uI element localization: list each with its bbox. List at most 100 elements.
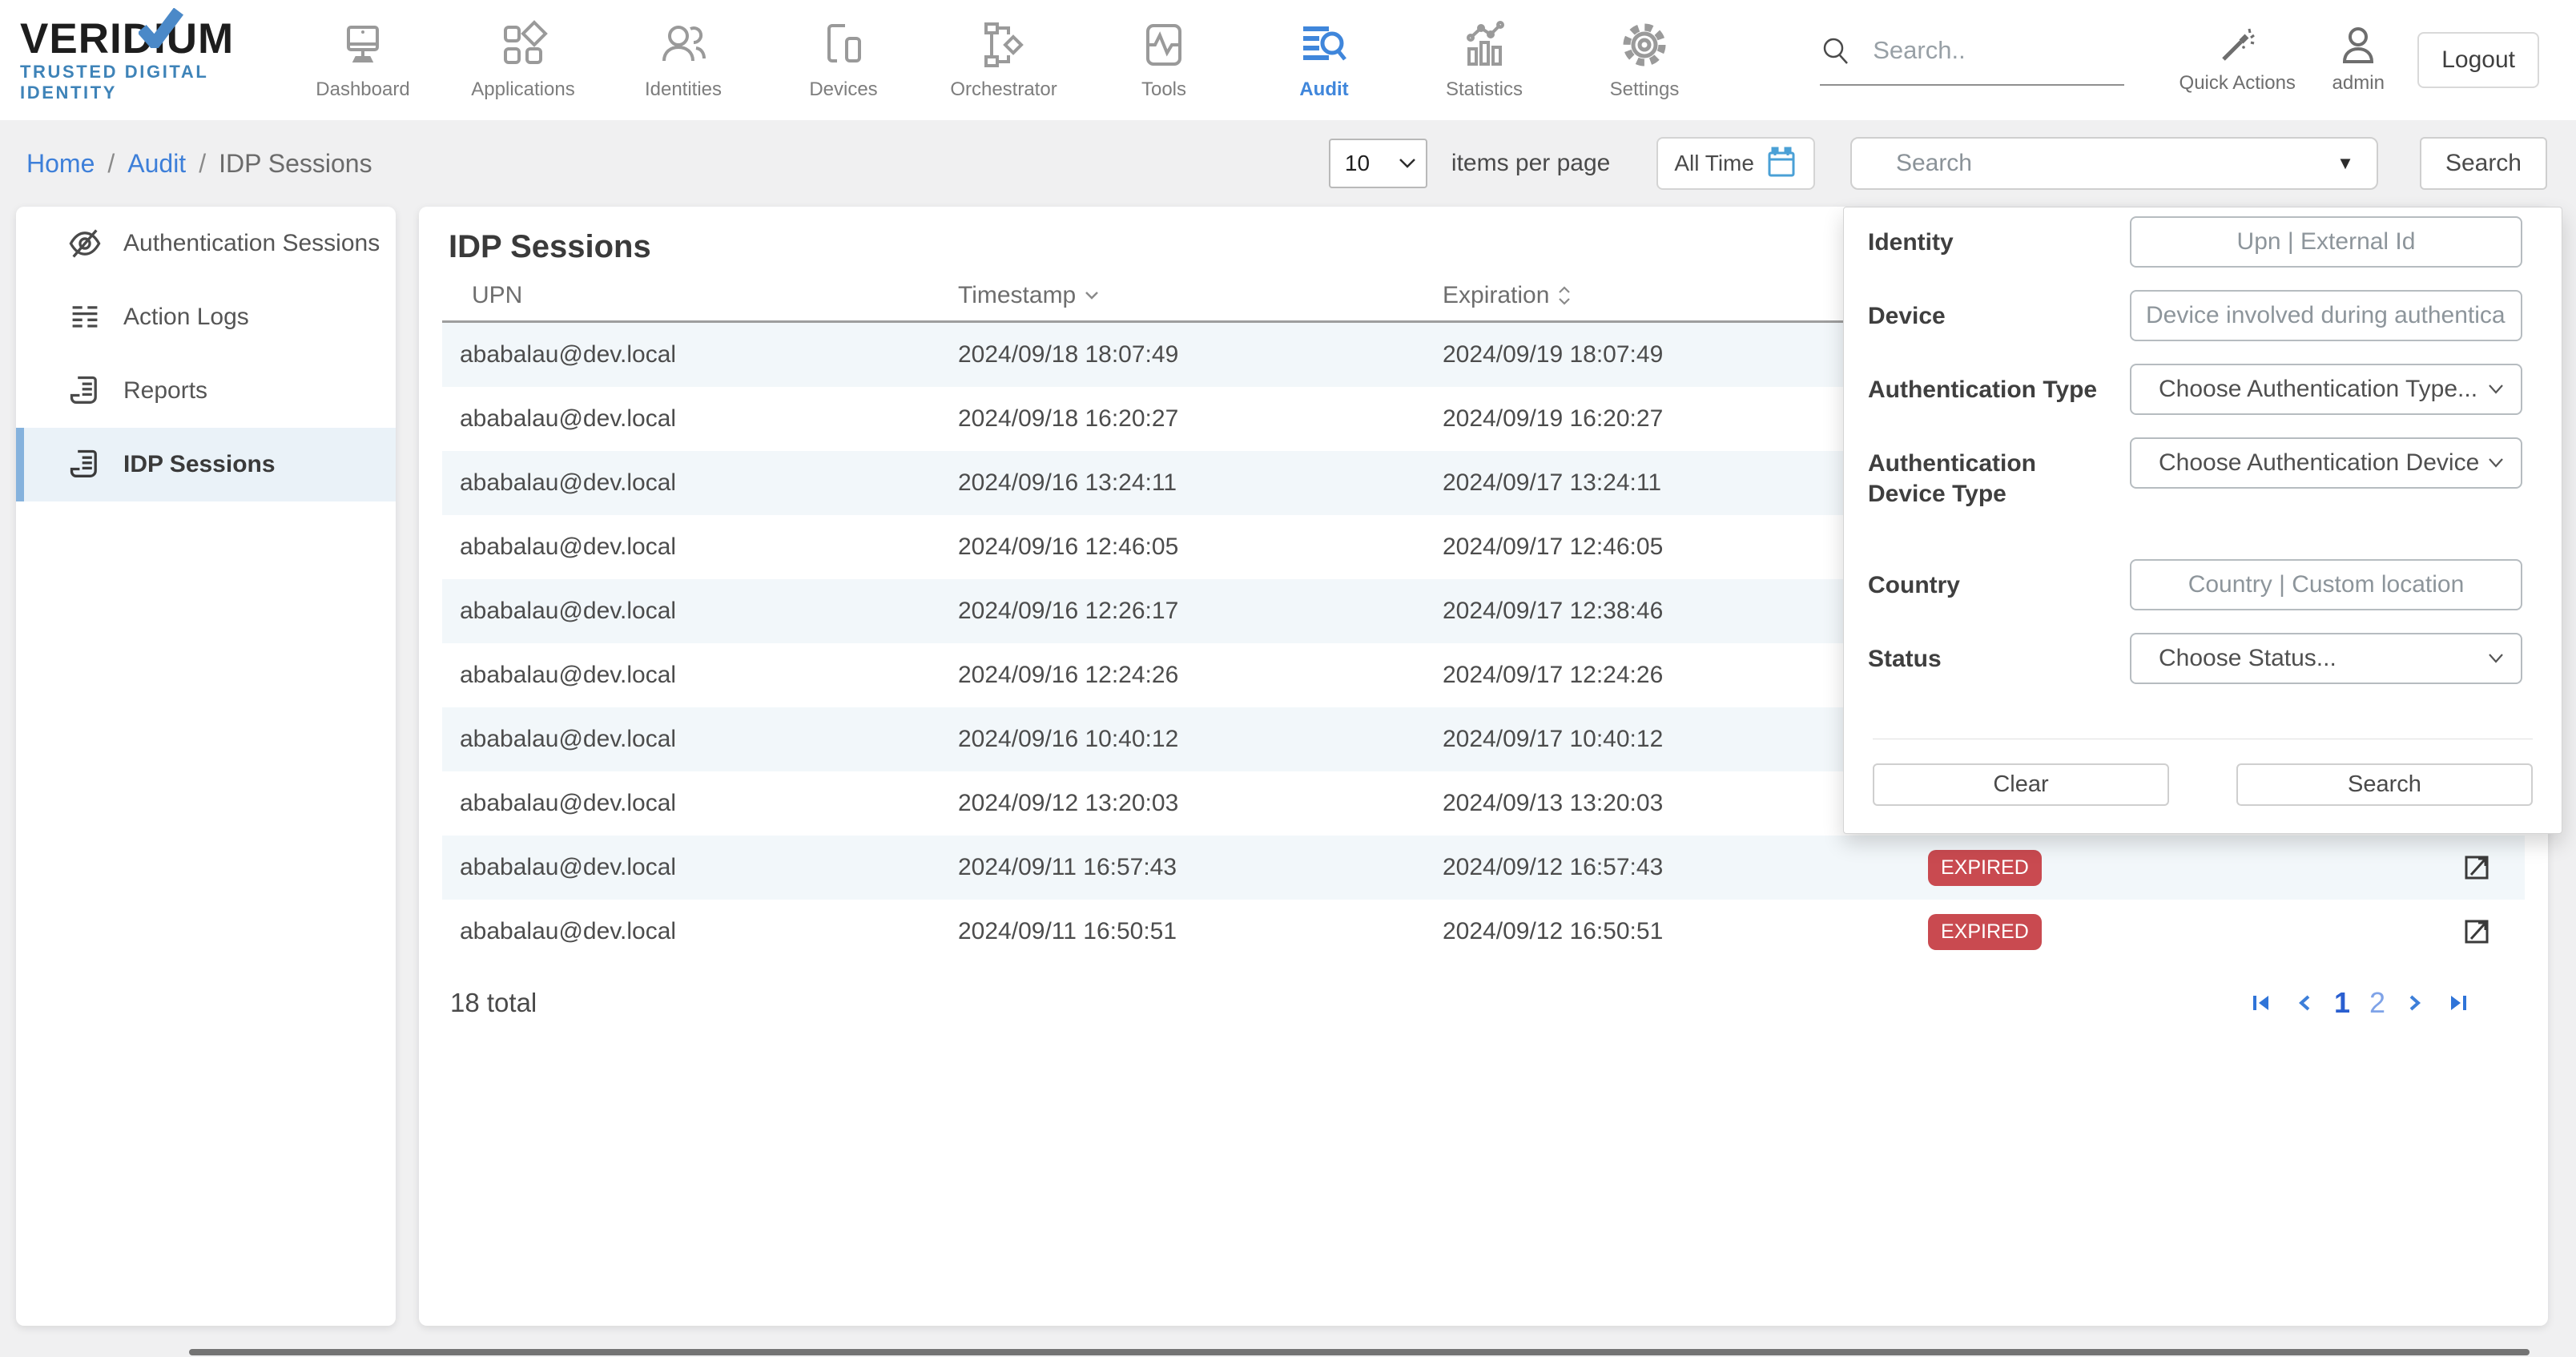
popover-search-button[interactable]: Search [2236, 763, 2533, 806]
sidebar-item-reports[interactable]: Reports [16, 354, 396, 428]
list-search-icon [1298, 19, 1350, 70]
items-per-page-label: items per page [1451, 150, 1610, 177]
calendar-icon [1765, 147, 1797, 180]
pagination: 1 2 [2249, 986, 2470, 1020]
table-controls: 10 items per page All Time Search ▼ Sear… [1329, 137, 2547, 190]
idp-sessions-icon [67, 447, 103, 482]
next-page-icon[interactable] [2405, 991, 2425, 1015]
filter-row-auth-type: Authentication Type Choose Authenticatio… [1844, 364, 2562, 415]
upn-cell: ababalau@dev.local [442, 534, 958, 561]
users-icon [658, 19, 709, 70]
identity-input[interactable] [2130, 216, 2522, 268]
auth-device-type-select[interactable]: Choose Authentication Device [2130, 437, 2522, 489]
timestamp-cell: 2024/09/16 13:24:11 [958, 469, 1443, 497]
devices-icon [818, 19, 869, 70]
user-menu[interactable]: admin [2310, 26, 2406, 95]
status-label: Status [1868, 633, 2106, 684]
topbar: VERIDIUM TRUSTED DIGITAL IDENTITY Dashbo… [0, 0, 2576, 120]
page-number-2[interactable]: 2 [2369, 986, 2385, 1020]
timestamp-cell: 2024/09/16 12:24:26 [958, 662, 1443, 689]
external-link-icon[interactable] [2461, 852, 2525, 884]
sidebar-item-action-logs[interactable]: Action Logs [16, 280, 396, 354]
country-label: Country [1868, 559, 2106, 610]
items-per-page-select[interactable]: 10 [1329, 139, 1427, 188]
first-page-icon[interactable] [2249, 991, 2275, 1015]
main-nav: Dashboard Applications Identities Device… [283, 0, 1725, 120]
global-search-input[interactable] [1873, 36, 2097, 65]
upn-cell: ababalau@dev.local [442, 790, 958, 817]
sort-both-icon [1557, 285, 1572, 306]
upn-cell: ababalau@dev.local [442, 726, 958, 753]
breadcrumb-current: IDP Sessions [219, 149, 372, 179]
identity-label: Identity [1868, 216, 2106, 268]
auth-type-label: Authentication Type [1868, 364, 2106, 415]
logo-check-icon [139, 8, 183, 48]
timestamp-cell: 2024/09/11 16:50:51 [958, 918, 1443, 945]
external-link-icon[interactable] [2461, 916, 2525, 948]
upn-cell: ababalau@dev.local [442, 918, 958, 945]
upn-cell: ababalau@dev.local [442, 598, 958, 625]
action-logs-icon [67, 300, 103, 335]
breadcrumb-separator: / [199, 149, 206, 179]
nav-item-settings[interactable]: Settings [1564, 0, 1725, 120]
nav-item-applications[interactable]: Applications [443, 0, 603, 120]
global-search[interactable] [1820, 34, 2124, 86]
sidebar-item-authentication-sessions[interactable]: Authentication Sessions [16, 207, 396, 280]
chevron-down-icon [2487, 383, 2505, 396]
table-row[interactable]: ababalau@dev.local 2024/09/11 16:57:43 2… [442, 836, 2525, 900]
app-grid-icon [497, 19, 549, 70]
nav-item-identities[interactable]: Identities [603, 0, 763, 120]
breadcrumb-audit-link[interactable]: Audit [127, 149, 186, 179]
nav-item-devices[interactable]: Devices [763, 0, 924, 120]
page-number-current[interactable]: 1 [2334, 986, 2350, 1020]
time-filter-button[interactable]: All Time [1656, 137, 1815, 190]
country-input[interactable] [2130, 559, 2522, 610]
nav-item-audit[interactable]: Audit [1244, 0, 1404, 120]
nav-item-statistics[interactable]: Statistics [1404, 0, 1564, 120]
nav-item-tools[interactable]: Tools [1084, 0, 1244, 120]
filter-row-auth-device-type: Authentication Device Type Choose Authen… [1844, 437, 2562, 509]
magic-wand-icon [2217, 26, 2257, 66]
nav-item-orchestrator[interactable]: Orchestrator [924, 0, 1084, 120]
topbar-right: Quick Actions admin Logout [1820, 26, 2539, 95]
user-icon [2338, 26, 2378, 66]
status-badge: EXPIRED [1928, 850, 2042, 886]
bar-chart-icon [1459, 19, 1510, 70]
filter-row-device: Device [1844, 290, 2562, 341]
sort-desc-icon [1084, 291, 1100, 300]
total-count: 18 total [450, 988, 537, 1018]
status-badge: EXPIRED [1928, 914, 2042, 950]
last-page-icon[interactable] [2445, 991, 2470, 1015]
breadcrumb-home-link[interactable]: Home [26, 149, 95, 179]
chevron-down-icon [1399, 158, 1416, 169]
clear-button[interactable]: Clear [1873, 763, 2169, 806]
pulse-square-icon [1138, 19, 1189, 70]
action-cell [2461, 916, 2525, 948]
toolbar-search-button[interactable]: Search [2420, 137, 2547, 190]
nav-item-dashboard[interactable]: Dashboard [283, 0, 443, 120]
upn-cell: ababalau@dev.local [442, 341, 958, 368]
logout-button[interactable]: Logout [2417, 32, 2539, 88]
horizontal-scrollbar[interactable] [189, 1349, 2530, 1355]
caret-down-icon: ▼ [2337, 153, 2354, 174]
sidebar-item-idp-sessions[interactable]: IDP Sessions [16, 428, 396, 501]
quick-actions-button[interactable]: Quick Actions [2169, 26, 2305, 95]
monitor-icon [337, 19, 388, 70]
veridium-logo[interactable]: VERIDIUM TRUSTED DIGITAL IDENTITY [20, 18, 260, 103]
timestamp-cell: 2024/09/12 13:20:03 [958, 790, 1443, 817]
status-cell: EXPIRED [1928, 914, 2461, 950]
timestamp-cell: 2024/09/16 12:26:17 [958, 598, 1443, 625]
breadcrumb-separator: / [107, 149, 115, 179]
upn-cell: ababalau@dev.local [442, 854, 958, 881]
device-input[interactable] [2130, 290, 2522, 341]
auth-type-select[interactable]: Choose Authentication Type... [2130, 364, 2522, 415]
column-header-timestamp[interactable]: Timestamp [958, 282, 1443, 309]
logo-tagline: TRUSTED DIGITAL IDENTITY [20, 62, 260, 103]
status-select[interactable]: Choose Status... [2130, 633, 2522, 684]
prev-page-icon[interactable] [2294, 991, 2315, 1015]
eye-off-icon [67, 226, 103, 261]
table-row[interactable]: ababalau@dev.local 2024/09/11 16:50:51 2… [442, 900, 2525, 964]
chevron-down-icon [2487, 457, 2505, 469]
timestamp-cell: 2024/09/16 12:46:05 [958, 534, 1443, 561]
search-category-dropdown[interactable]: Search ▼ [1850, 137, 2378, 190]
